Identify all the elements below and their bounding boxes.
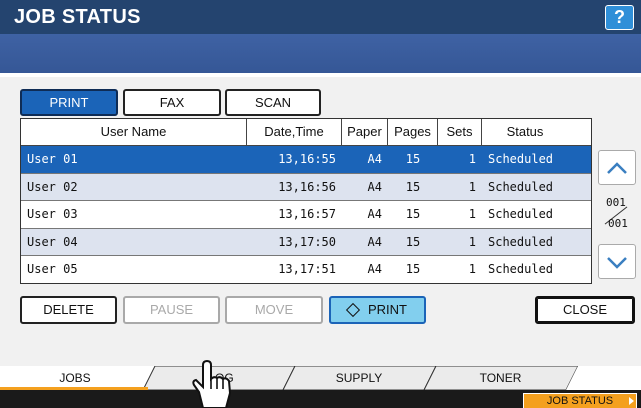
column-header-sets: Sets xyxy=(438,119,482,145)
pages-cell: 15 xyxy=(405,152,421,166)
date-time-cell: 13,16:55 xyxy=(278,152,336,166)
table-row[interactable]: User 05 13,17:51 A4 15 1 Scheduled xyxy=(21,256,591,284)
sets-cell: 1 xyxy=(468,179,476,194)
help-button[interactable]: ? xyxy=(605,5,634,30)
status-cell: Scheduled xyxy=(488,207,554,221)
paper-cell: A4 xyxy=(367,152,382,166)
job-status-button[interactable]: JOB STATUS xyxy=(523,393,637,408)
total-pages: 001 xyxy=(608,217,628,230)
pages-cell: 15 xyxy=(405,262,421,276)
scroll-down-button[interactable] xyxy=(598,244,636,279)
paper-cell: A4 xyxy=(367,234,382,249)
sets-cell: 1 xyxy=(468,152,476,166)
pages-cell: 15 xyxy=(405,207,421,221)
pause-button[interactable]: PAUSE xyxy=(123,296,220,324)
status-cell: Scheduled xyxy=(488,152,554,166)
print-button-label: PRINT xyxy=(368,302,407,317)
paper-cell: A4 xyxy=(367,207,382,221)
user-name-cell: User 05 xyxy=(27,262,78,276)
move-button[interactable]: MOVE xyxy=(225,296,323,324)
date-time-cell: 13,17:51 xyxy=(278,262,336,276)
paper-cell: A4 xyxy=(367,179,382,194)
chevron-down-icon xyxy=(607,256,627,269)
print-button[interactable]: PRINT xyxy=(329,296,426,324)
status-cell: Scheduled xyxy=(488,179,554,194)
sets-cell: 1 xyxy=(468,207,476,221)
page-indicator: 001 001 xyxy=(598,193,636,241)
sets-cell: 1 xyxy=(468,234,476,249)
print-diamond-icon xyxy=(345,302,361,318)
page-title: JOB STATUS xyxy=(14,6,141,28)
sets-cell: 1 xyxy=(468,262,476,276)
user-name-cell: User 03 xyxy=(27,207,78,221)
table-row[interactable]: User 04 13,17:50 A4 15 1 Scheduled xyxy=(21,228,591,256)
status-cell: Scheduled xyxy=(488,262,554,276)
pages-cell: 15 xyxy=(405,179,421,194)
tab-supply[interactable]: SUPPLY xyxy=(288,366,430,390)
paper-cell: A4 xyxy=(367,262,382,276)
user-name-cell: User 01 xyxy=(27,152,78,166)
chevron-up-icon xyxy=(607,161,627,174)
current-page: 001 xyxy=(606,196,626,209)
scan-type-button[interactable]: SCAN xyxy=(225,89,321,116)
close-button[interactable]: CLOSE xyxy=(535,296,635,324)
table-row[interactable]: User 03 13,16:57 A4 15 1 Scheduled xyxy=(21,201,591,229)
delete-button[interactable]: DELETE xyxy=(20,296,117,324)
pages-cell: 15 xyxy=(405,234,421,249)
message-bar xyxy=(0,34,641,75)
title-bar: JOB STATUS ? xyxy=(0,0,641,34)
table-row[interactable]: User 01 13,16:55 A4 15 1 Scheduled xyxy=(21,146,591,174)
user-name-cell: User 02 xyxy=(27,179,78,194)
pointing-hand-icon xyxy=(192,359,232,408)
status-cell: Scheduled xyxy=(488,234,554,249)
table-row[interactable]: User 02 13,16:56 A4 15 1 Scheduled xyxy=(21,173,591,201)
date-time-cell: 13,16:56 xyxy=(278,179,336,194)
job-status-label: JOB STATUS xyxy=(546,395,614,407)
table-header: User Name Date,Time Paper Pages Sets Sta… xyxy=(21,119,591,146)
column-header-pages: Pages xyxy=(388,119,438,145)
column-header-status: Status xyxy=(506,124,544,139)
play-arrow-icon xyxy=(629,397,634,405)
date-time-cell: 13,16:57 xyxy=(278,207,336,221)
tab-jobs[interactable]: JOBS xyxy=(0,366,150,390)
column-header-date-time: Date,Time xyxy=(247,119,342,145)
scroll-up-button[interactable] xyxy=(598,150,636,185)
print-type-button[interactable]: PRINT xyxy=(20,89,118,116)
column-header-paper: Paper xyxy=(342,119,388,145)
date-time-cell: 13,17:50 xyxy=(278,234,336,249)
user-name-cell: User 04 xyxy=(27,234,78,249)
tab-toner[interactable]: TONER xyxy=(429,366,572,390)
fax-type-button[interactable]: FAX xyxy=(123,89,221,116)
column-header-user-name: User Name xyxy=(21,119,247,145)
job-list-table: User Name Date,Time Paper Pages Sets Sta… xyxy=(20,118,592,284)
